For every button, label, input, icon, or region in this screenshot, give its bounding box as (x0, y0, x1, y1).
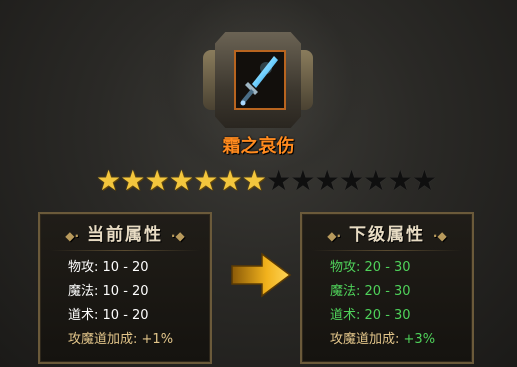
stat-row: 道术: 20 - 30 (330, 307, 411, 325)
frost-sword-icon (236, 52, 284, 108)
stat-label: 道术: (68, 308, 99, 323)
upgrade-arrow-icon (231, 252, 292, 298)
next-attributes-panel: ◆· 下级属性 ·◆ 物攻: 20 - 30 魔法: 20 - 30 道术: 2… (300, 212, 474, 364)
star-filled-icon: ★ (144, 164, 170, 197)
star-empty-icon: ★ (314, 164, 340, 197)
header-deco-icon: ◆· (327, 229, 342, 243)
divider (50, 250, 200, 251)
next-attributes-title: 下级属性 (349, 225, 425, 245)
stat-value: 20 - 30 (364, 260, 411, 275)
header-deco-icon: ·◆ (432, 229, 447, 243)
stat-label: 物攻: (330, 260, 361, 275)
star-filled-icon: ★ (96, 164, 122, 197)
stat-label: 魔法: (68, 284, 99, 299)
current-attributes-header: ◆· 当前属性 ·◆ (40, 220, 210, 245)
star-empty-icon: ★ (411, 164, 437, 197)
star-empty-icon: ★ (338, 164, 365, 197)
stat-row: 魔法: 10 - 20 (68, 283, 149, 301)
star-empty-icon: ★ (363, 164, 389, 197)
item-slot[interactable] (234, 50, 286, 110)
stat-value: 20 - 30 (364, 308, 411, 323)
stat-label: 道术: (330, 308, 361, 323)
bonus-label: 攻魔道加成: (68, 332, 138, 347)
star-filled-icon: ★ (168, 164, 194, 197)
stat-label: 魔法: (330, 284, 361, 299)
star-empty-icon: ★ (290, 164, 316, 197)
header-deco-icon: ◆· (65, 229, 80, 243)
star-filled-icon: ★ (217, 164, 243, 197)
current-attributes-panel: ◆· 当前属性 ·◆ 物攻: 10 - 20 魔法: 10 - 20 道术: 1… (38, 212, 212, 364)
bonus-row: 攻魔道加成: +3% (330, 331, 435, 349)
star-rating: ★ ★ ★ ★ ★ ★ ★ ★ ★ ★ ★ ★ ★ ★ (96, 164, 437, 197)
star-empty-icon: ★ (387, 164, 413, 197)
bonus-value: +3% (403, 332, 436, 347)
star-filled-icon: ★ (241, 164, 267, 197)
stat-value: 10 - 20 (102, 284, 149, 299)
bonus-value: +1% (141, 332, 174, 347)
stat-label: 物攻: (68, 260, 99, 275)
bonus-label: 攻魔道加成: (330, 332, 400, 347)
bonus-row: 攻魔道加成: +1% (68, 331, 173, 349)
item-frame (203, 32, 313, 132)
stat-row: 物攻: 20 - 30 (330, 259, 411, 277)
header-deco-icon: ·◆ (170, 229, 185, 243)
stat-value: 20 - 30 (364, 284, 411, 299)
stat-row: 魔法: 20 - 30 (330, 283, 411, 301)
next-attributes-header: ◆· 下级属性 ·◆ (302, 220, 472, 245)
star-filled-icon: ★ (193, 164, 219, 197)
stat-value: 10 - 20 (102, 260, 149, 275)
divider (312, 250, 462, 251)
stat-row: 道术: 10 - 20 (68, 307, 149, 325)
stat-row: 物攻: 10 - 20 (68, 259, 149, 277)
star-empty-icon: ★ (266, 164, 292, 197)
item-name: 霜之哀伤 (222, 136, 295, 157)
star-filled-icon: ★ (120, 164, 146, 197)
stat-value: 10 - 20 (102, 308, 149, 323)
current-attributes-title: 当前属性 (87, 225, 163, 245)
